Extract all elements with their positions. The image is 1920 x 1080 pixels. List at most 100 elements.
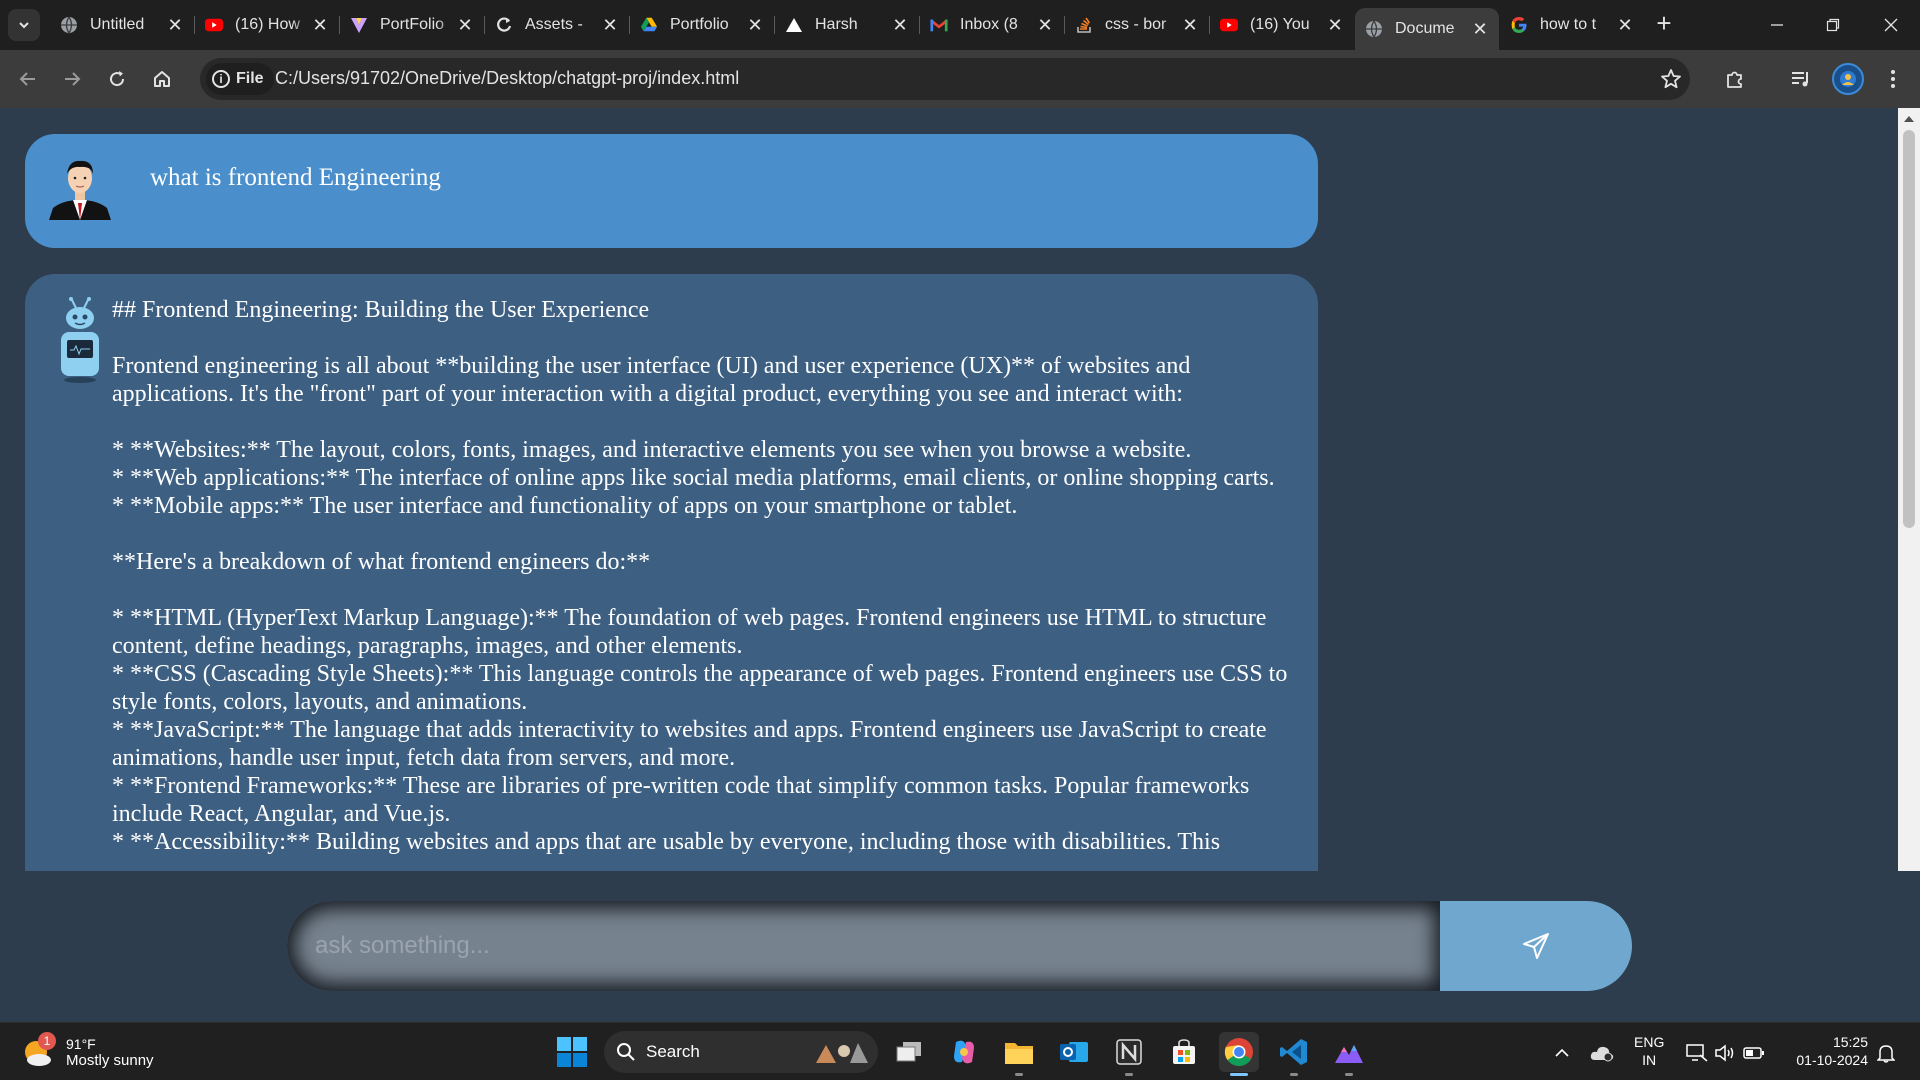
notifications-button[interactable] xyxy=(1874,1041,1898,1065)
copilot-icon xyxy=(954,1040,974,1064)
browser-tab[interactable]: Harsh ✕ xyxy=(775,8,919,42)
taskbar-task-view[interactable] xyxy=(889,1032,929,1072)
browser-toolbar: i File C:/Users/91702/OneDrive/Desktop/c… xyxy=(0,50,1920,108)
close-window-button[interactable] xyxy=(1876,10,1906,40)
close-icon xyxy=(1884,18,1898,32)
media-control-button[interactable] xyxy=(1784,62,1818,96)
browser-tab[interactable]: Docume ✕ xyxy=(1355,8,1499,50)
taskbar-chrome[interactable] xyxy=(1219,1032,1259,1076)
info-icon: i xyxy=(212,70,230,88)
send-button[interactable] xyxy=(1440,901,1632,991)
show-hidden-icons-button[interactable] xyxy=(1550,1041,1574,1065)
taskbar-outlook[interactable] xyxy=(1054,1032,1094,1072)
browser-tab[interactable]: Assets - ✕ xyxy=(485,8,629,42)
reload-icon xyxy=(110,71,125,87)
browser-tab[interactable]: Portfolio ✕ xyxy=(630,8,774,42)
windows-logo-icon xyxy=(557,1037,587,1067)
tab-title: (16) How xyxy=(235,16,300,33)
taskbar-app-mountain[interactable] xyxy=(1329,1032,1369,1076)
scroll-up-button[interactable] xyxy=(1898,112,1920,126)
browser-tab[interactable]: PortFolio ✕ xyxy=(340,8,484,42)
weather-description: Mostly sunny xyxy=(66,1051,154,1069)
tab-title: Portfolio xyxy=(670,16,729,33)
close-tab-icon[interactable]: ✕ xyxy=(746,15,764,36)
weather-temperature: 91°F xyxy=(66,1035,96,1052)
minimize-button[interactable] xyxy=(1762,10,1792,40)
taskbar-search[interactable]: Search xyxy=(604,1031,878,1073)
site-info-chip[interactable]: i File xyxy=(206,63,274,95)
bookmark-button[interactable] xyxy=(1656,64,1686,94)
outlook-icon xyxy=(1060,1042,1088,1062)
address-bar[interactable]: i File C:/Users/91702/OneDrive/Desktop/c… xyxy=(200,58,1690,100)
bot-message: ## Frontend Engineering: Building the Us… xyxy=(25,274,1318,871)
minimize-icon xyxy=(1771,24,1783,26)
speaker-icon xyxy=(1715,1044,1734,1062)
taskbar-vscode[interactable] xyxy=(1274,1032,1314,1076)
browser-tab[interactable]: Untitled ✕ xyxy=(50,8,194,42)
tab-search-button[interactable] xyxy=(8,9,40,41)
tab-title: Docume xyxy=(1395,20,1455,37)
browser-tab[interactable]: (16) How ✕ xyxy=(195,8,339,42)
new-tab-button[interactable]: + xyxy=(1650,10,1678,38)
network-icon xyxy=(1686,1044,1708,1062)
bot-message-text: ## Frontend Engineering: Building the Us… xyxy=(112,297,1288,855)
close-tab-icon[interactable]: ✕ xyxy=(601,15,619,36)
sun-cloud-icon: 1 xyxy=(20,1032,56,1070)
prompt-input[interactable] xyxy=(287,901,1442,991)
onedrive-tray[interactable] xyxy=(1590,1041,1614,1065)
close-tab-icon[interactable]: ✕ xyxy=(1326,15,1344,36)
page-scrollbar[interactable] xyxy=(1898,108,1920,871)
vscode-icon xyxy=(1280,1039,1307,1065)
restore-button[interactable] xyxy=(1818,10,1848,40)
taskbar-notion[interactable] xyxy=(1109,1032,1149,1076)
back-button[interactable] xyxy=(11,62,45,96)
taskbar-file-explorer[interactable] xyxy=(999,1032,1039,1076)
triangle-icon xyxy=(785,16,803,34)
forward-button[interactable] xyxy=(55,62,89,96)
start-button[interactable] xyxy=(556,1036,588,1068)
battery-tray[interactable] xyxy=(1742,1041,1766,1065)
close-tab-icon[interactable]: ✕ xyxy=(456,15,474,36)
scroll-thumb[interactable] xyxy=(1903,130,1915,528)
refresh-g-icon xyxy=(495,16,513,34)
browser-tab[interactable]: css - bor ✕ xyxy=(1065,8,1209,42)
tab-strip: Untitled ✕ (16) How ✕ PortFolio ✕ Assets - ✕ Por… xyxy=(0,0,1920,50)
browser-tab[interactable]: (16) You ✕ xyxy=(1210,8,1354,42)
gmail-icon xyxy=(930,16,948,34)
stackoverflow-icon xyxy=(1075,16,1093,34)
tab-title: css - bor xyxy=(1105,16,1167,33)
close-tab-icon[interactable]: ✕ xyxy=(166,15,184,36)
bell-icon xyxy=(1877,1045,1895,1063)
close-tab-icon[interactable]: ✕ xyxy=(1036,15,1054,36)
close-tab-icon[interactable]: ✕ xyxy=(1181,15,1199,36)
site-info-label: File xyxy=(236,70,264,87)
browser-tab[interactable]: how to t ✕ xyxy=(1500,8,1644,42)
arrow-left-icon xyxy=(19,72,35,86)
language-indicator[interactable]: ENG IN xyxy=(1634,1033,1664,1069)
close-tab-icon[interactable]: ✕ xyxy=(1471,19,1489,40)
chat-container[interactable]: what is frontend Engineering ## Frontend… xyxy=(0,108,1898,871)
taskbar-store[interactable] xyxy=(1164,1032,1204,1072)
system-clock[interactable]: 15:25 01-10-2024 xyxy=(1782,1033,1868,1069)
tab-title: Inbox (8 xyxy=(960,16,1018,33)
youtube-icon xyxy=(1220,16,1238,34)
restore-icon xyxy=(1826,18,1840,32)
browser-menu-button[interactable] xyxy=(1876,62,1910,96)
volume-tray[interactable] xyxy=(1713,1041,1737,1065)
close-tab-icon[interactable]: ✕ xyxy=(1616,15,1634,36)
close-tab-icon[interactable]: ✕ xyxy=(311,15,329,36)
weather-widget[interactable]: 1 91°F Mostly sunny xyxy=(20,1031,154,1073)
reload-button[interactable] xyxy=(100,62,134,96)
close-tab-icon[interactable]: ✕ xyxy=(891,15,909,36)
youtube-icon xyxy=(205,16,223,34)
browser-tab[interactable]: Inbox (8 ✕ xyxy=(920,8,1064,42)
network-tray[interactable] xyxy=(1685,1041,1709,1065)
profile-avatar[interactable] xyxy=(1832,63,1864,95)
taskbar-copilot[interactable] xyxy=(944,1032,984,1072)
tab-title: Assets - xyxy=(525,16,583,33)
url-text[interactable]: C:/Users/91702/OneDrive/Desktop/chatgpt-… xyxy=(275,68,739,89)
home-button[interactable] xyxy=(145,62,179,96)
extensions-button[interactable] xyxy=(1718,62,1752,96)
mountain-app-icon xyxy=(1335,1045,1363,1063)
kebab-menu-icon xyxy=(1891,70,1895,88)
